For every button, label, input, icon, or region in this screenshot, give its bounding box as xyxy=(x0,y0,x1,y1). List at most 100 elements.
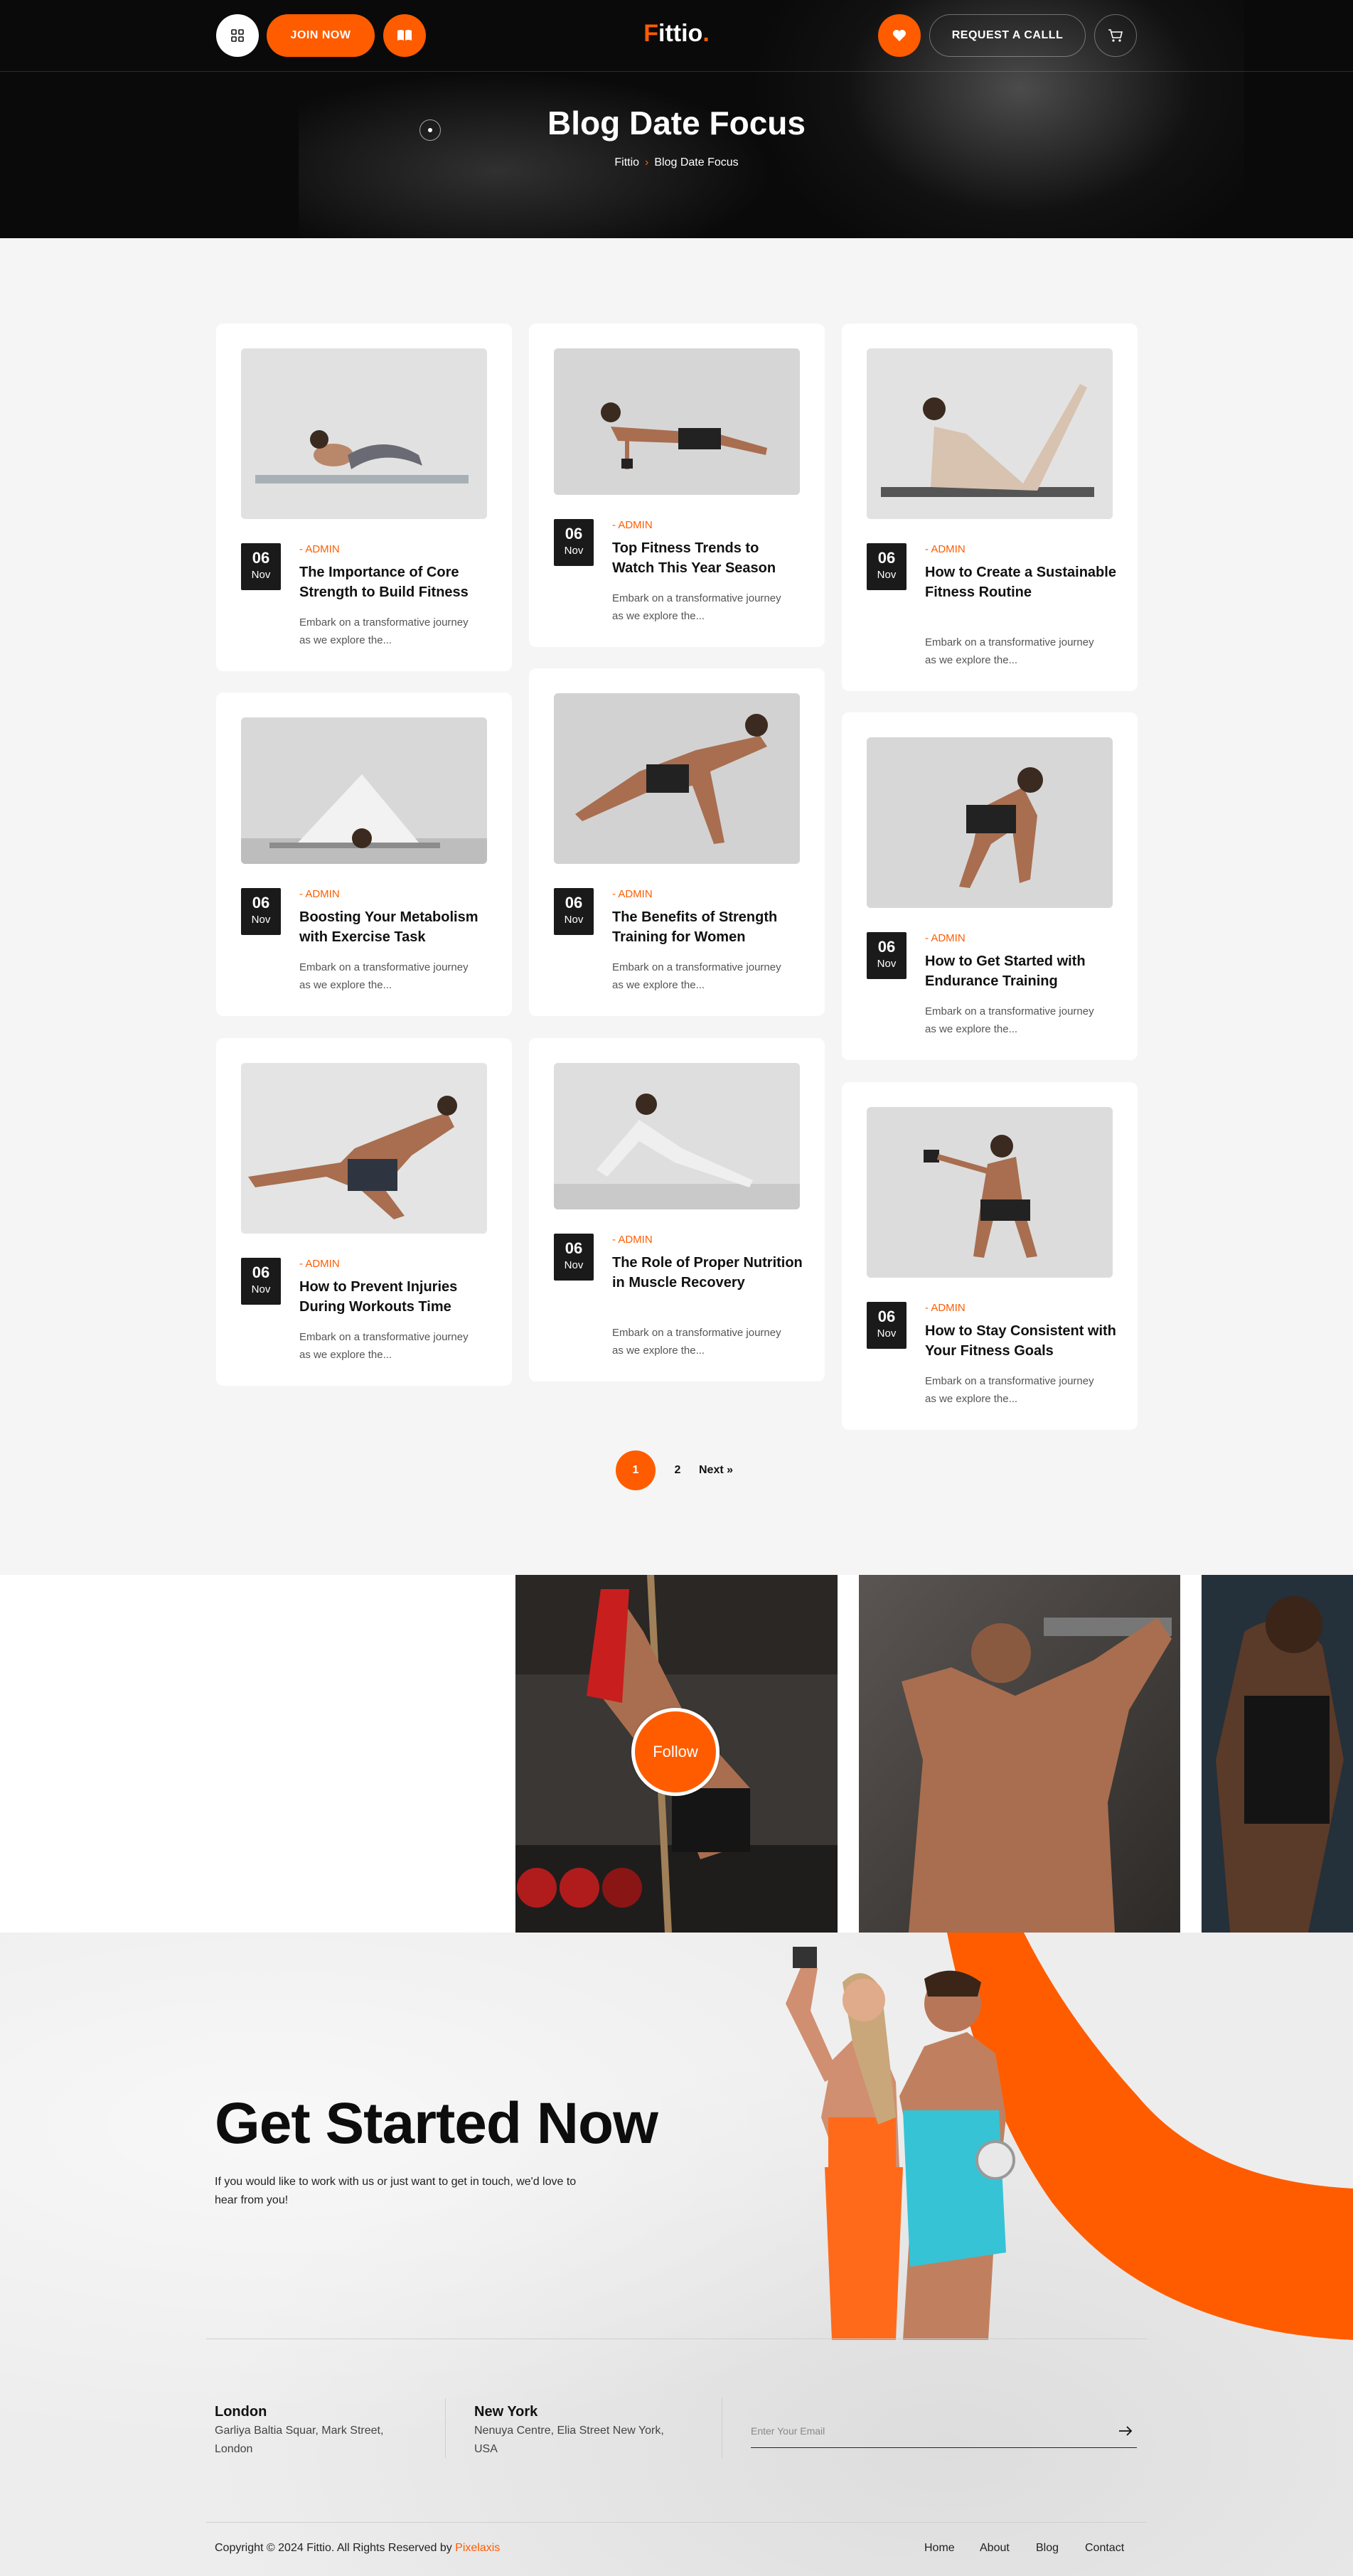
logo-initial: F xyxy=(643,20,658,47)
footer-link-blog[interactable]: Blog xyxy=(1036,2542,1059,2555)
post-excerpt: Embark on a transformative journey as we… xyxy=(925,1005,1094,1035)
post-date-badge: 06 Nov xyxy=(241,1258,281,1305)
copyright-text: Copyright © 2024 Fittio. All Rights Rese… xyxy=(215,2542,501,2554)
blog-card[interactable]: 06 Nov - ADMIN How to Prevent Injuries Du… xyxy=(216,1038,512,1386)
footer-link-about[interactable]: About xyxy=(980,2542,1010,2555)
post-date-badge: 06 Nov xyxy=(867,1302,907,1349)
location-city: London xyxy=(215,2404,267,2420)
gallery-image-back-workout[interactable] xyxy=(859,1575,1180,1933)
breadcrumb: Fittio › Blog Date Focus xyxy=(498,156,855,169)
book-button[interactable] xyxy=(383,14,426,57)
blog-card[interactable]: 06 Nov - ADMIN How to Stay Consistent wit… xyxy=(842,1082,1138,1430)
pagination-next[interactable]: Next » xyxy=(699,1450,756,1490)
email-field[interactable] xyxy=(751,2415,1092,2447)
post-title[interactable]: Top Fitness Trends to Watch This Year Se… xyxy=(612,538,804,578)
menu-grid-button[interactable] xyxy=(216,14,259,57)
post-date-badge: 06 Nov xyxy=(554,888,594,935)
get-started-section xyxy=(0,1933,1353,2576)
pagination-page-1[interactable]: 1 xyxy=(616,1450,656,1490)
post-title[interactable]: Boosting Your Metabolism with Exercise T… xyxy=(299,907,491,947)
join-now-button[interactable]: JOIN NOW xyxy=(267,14,375,57)
wishlist-button[interactable] xyxy=(878,14,921,57)
post-excerpt: Embark on a transformative journey as we… xyxy=(299,961,469,991)
post-author[interactable]: - ADMIN xyxy=(612,1234,653,1246)
grid-icon xyxy=(231,29,244,42)
heart-icon xyxy=(893,30,906,41)
post-author[interactable]: - ADMIN xyxy=(299,543,340,555)
blog-card[interactable]: 06 Nov - ADMIN The Benefits of Strength T… xyxy=(529,668,825,1016)
blog-card[interactable]: 06 Nov - ADMIN How to Get Started with En… xyxy=(842,712,1138,1060)
location-address: Nenuya Centre, Elia Street New York, USA xyxy=(474,2425,664,2455)
page-title: Blog Date Focus xyxy=(547,105,806,141)
post-excerpt: Embark on a transformative journey as we… xyxy=(612,1327,781,1357)
blog-card[interactable]: 06 Nov - ADMIN Boosting Your Metabolism w… xyxy=(216,693,512,1016)
arrow-right-icon[interactable] xyxy=(1117,2422,1134,2439)
post-excerpt: Embark on a transformative journey as we… xyxy=(612,961,781,991)
post-title[interactable]: How to Stay Consistent with Your Fitness… xyxy=(925,1321,1117,1361)
post-excerpt: Embark on a transformative journey as we… xyxy=(925,1375,1094,1405)
post-excerpt: Embark on a transformative journey as we… xyxy=(299,616,469,646)
footer-link-contact[interactable]: Contact xyxy=(1085,2542,1124,2555)
cart-icon xyxy=(1108,29,1123,42)
blog-card[interactable]: 06 Nov - ADMIN The Role of Proper Nutriti… xyxy=(529,1038,825,1381)
blog-card-image[interactable] xyxy=(554,348,800,495)
cta-description: If you would like to work with us or jus… xyxy=(215,2176,577,2206)
post-author[interactable]: - ADMIN xyxy=(612,519,653,531)
post-excerpt: Embark on a transformative journey as we… xyxy=(612,592,781,622)
newsletter-form xyxy=(751,2415,1137,2448)
post-excerpt: Embark on a transformative journey as we… xyxy=(299,1331,469,1361)
footer-link-home[interactable]: Home xyxy=(924,2542,955,2555)
breadcrumb-current: Blog Date Focus xyxy=(654,156,739,169)
post-title[interactable]: The Benefits of Strength Training for Wo… xyxy=(612,907,804,947)
blog-card-image[interactable] xyxy=(554,693,800,864)
post-date-badge: 06 Nov xyxy=(867,543,907,590)
pagination-page-2[interactable]: 2 xyxy=(665,1450,690,1490)
logo-dot: . xyxy=(702,20,710,47)
blog-card-image[interactable] xyxy=(241,717,487,864)
location-divider xyxy=(445,2398,446,2458)
site-logo[interactable]: Fittio. xyxy=(626,20,727,51)
post-title[interactable]: How to Create a Sustainable Fitness Rout… xyxy=(925,562,1117,602)
blog-card-image[interactable] xyxy=(867,1107,1113,1278)
post-date-badge: 06 Nov xyxy=(867,932,907,979)
cart-button[interactable] xyxy=(1094,14,1137,57)
blog-card-image[interactable] xyxy=(867,348,1113,519)
post-title[interactable]: The Importance of Core Strength to Build… xyxy=(299,562,491,602)
instagram-follow-button[interactable]: Follow xyxy=(631,1708,720,1796)
request-call-button[interactable]: REQUEST A CALLL xyxy=(929,14,1086,57)
breadcrumb-home-link[interactable]: Fittio xyxy=(614,156,639,169)
logo-text: ittio xyxy=(658,20,703,47)
blog-card-image[interactable] xyxy=(241,1063,487,1234)
cta-athletes-image xyxy=(786,1933,1353,2340)
post-excerpt: Embark on a transformative journey as we… xyxy=(925,636,1094,666)
post-author[interactable]: - ADMIN xyxy=(925,543,966,555)
post-author[interactable]: - ADMIN xyxy=(299,1258,340,1270)
blog-card[interactable]: 06 Nov - ADMIN The Importance of Core Str… xyxy=(216,324,512,671)
post-date-badge: 06 Nov xyxy=(241,888,281,935)
post-author[interactable]: - ADMIN xyxy=(612,888,653,900)
blog-card[interactable]: 06 Nov - ADMIN Top Fitness Trends to Watc… xyxy=(529,324,825,647)
copyright-brand-link[interactable]: Pixelaxis xyxy=(455,2542,500,2554)
location-city: New York xyxy=(474,2404,538,2420)
post-date-badge: 06 Nov xyxy=(554,519,594,566)
post-title[interactable]: How to Get Started with Endurance Traini… xyxy=(925,951,1117,991)
book-icon xyxy=(397,30,412,41)
blog-card-image[interactable] xyxy=(554,1063,800,1209)
post-date-badge: 06 Nov xyxy=(241,543,281,590)
post-title[interactable]: How to Prevent Injuries During Workouts … xyxy=(299,1277,491,1317)
footer-divider xyxy=(206,2522,1147,2523)
blog-card-image[interactable] xyxy=(241,348,487,519)
breadcrumb-separator: › xyxy=(645,156,649,169)
location-address: Garliya Baltia Squar, Mark Street, Londo… xyxy=(215,2425,384,2455)
post-author[interactable]: - ADMIN xyxy=(299,888,340,900)
post-author[interactable]: - ADMIN xyxy=(925,1302,966,1314)
gallery-image-sprint[interactable] xyxy=(1202,1575,1353,1933)
hero-smoke-image xyxy=(299,64,796,238)
post-author[interactable]: - ADMIN xyxy=(925,932,966,944)
post-title[interactable]: The Role of Proper Nutrition in Muscle R… xyxy=(612,1253,804,1293)
header-divider xyxy=(0,71,1353,72)
cta-heading: Get Started Now xyxy=(215,2091,658,2156)
blog-card[interactable]: 06 Nov - ADMIN How to Create a Sustainabl… xyxy=(842,324,1138,691)
blog-card-image[interactable] xyxy=(867,737,1113,908)
post-date-badge: 06 Nov xyxy=(554,1234,594,1281)
